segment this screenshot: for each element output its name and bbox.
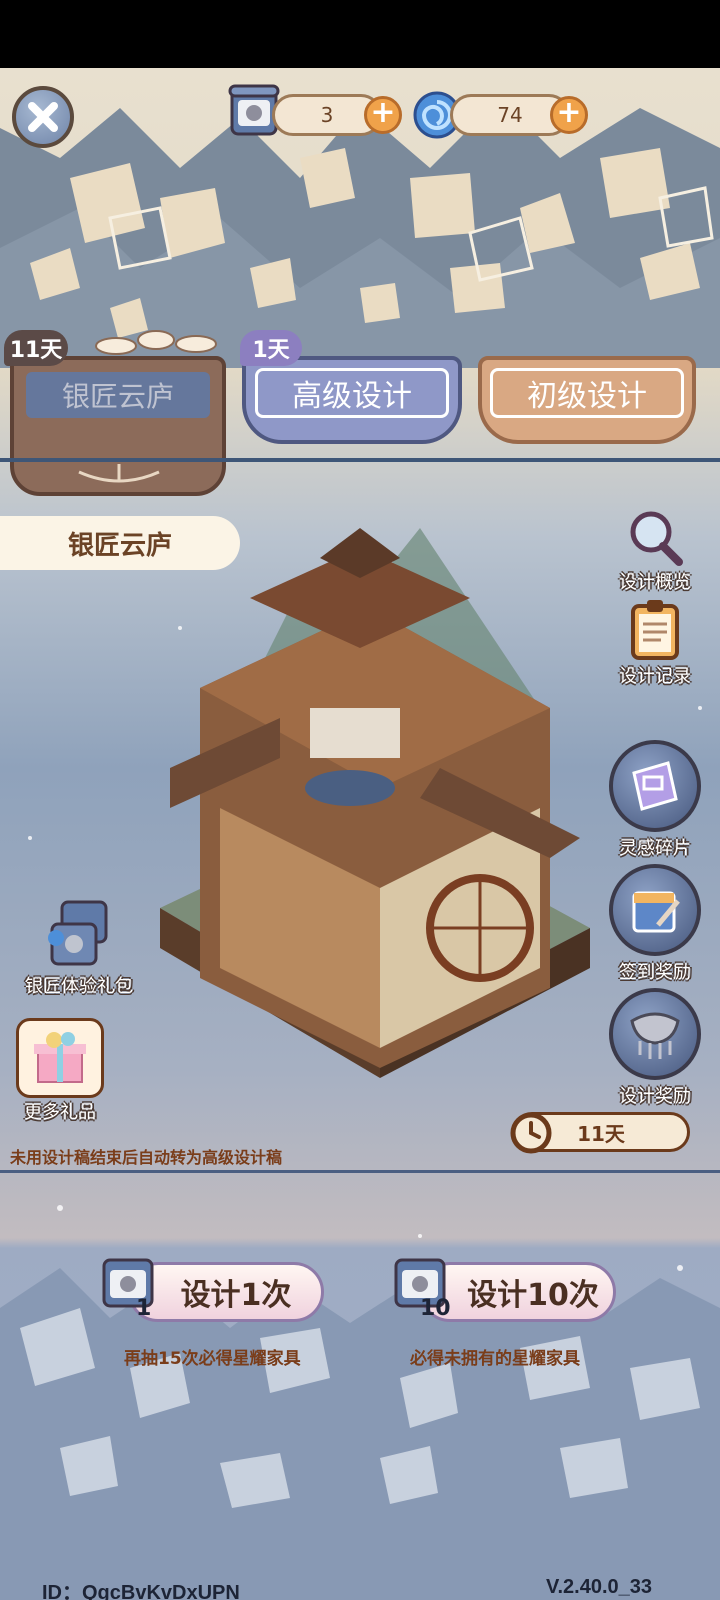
- timer-label: 11天: [577, 1121, 625, 1146]
- scroll-conversion-notice: 未用设计稿结束后自动转为高级设计稿: [10, 1148, 283, 1167]
- reward-circle: [609, 988, 701, 1080]
- checkin-reward-button[interactable]: 签到奖励: [600, 864, 710, 984]
- fragment-icon: [632, 761, 678, 811]
- ornament-icon: [78, 464, 160, 483]
- tab-basic-label: 初级设计: [527, 379, 647, 414]
- close-button[interactable]: [12, 86, 74, 148]
- add-scroll-button[interactable]: +: [364, 96, 402, 134]
- add-swirl-button[interactable]: +: [550, 96, 588, 134]
- design-overview-label: 设计概览: [619, 572, 691, 593]
- magnifier-icon: [630, 511, 683, 566]
- gift-scroll-icon: [48, 900, 108, 966]
- ten-draw-hint: 必得未拥有的星耀家具: [410, 1349, 580, 1369]
- single-cost-badge: 1: [98, 1252, 162, 1322]
- scroll-count-value: 3: [320, 103, 334, 127]
- checkin-circle: [609, 864, 701, 956]
- tab-advanced-design[interactable]: 高级设计: [242, 356, 462, 444]
- design-reward-button[interactable]: 设计奖励: [600, 988, 710, 1108]
- tab-advanced-days: 1天: [240, 330, 302, 366]
- design-records-label: 设计记录: [619, 666, 691, 687]
- silver-lock-icon: [630, 1012, 680, 1059]
- more-gifts-button[interactable]: 更多礼品: [10, 1018, 110, 1124]
- single-cost-value: 1: [136, 1296, 152, 1321]
- game-screen: 3 + 74 + 银匠云庐 11天 高级设计 1天 初级设计 银匠云庐 设计概览…: [0, 68, 720, 1600]
- tab-divider: [0, 458, 720, 462]
- tab-silversmith-pool[interactable]: 银匠云庐: [10, 356, 226, 496]
- house-illustration: [160, 528, 590, 1078]
- flower-decoration-icon: [95, 330, 217, 355]
- tab-basic-design[interactable]: 初级设计: [478, 356, 696, 444]
- trial-pack-button[interactable]: 银匠体验礼包: [4, 898, 154, 998]
- bottom-divider: [0, 1170, 720, 1173]
- design-ten-label: 设计10次: [467, 1278, 599, 1313]
- inspiration-fragments-button[interactable]: 灵感碎片: [600, 740, 710, 860]
- ten-cost-badge: 10: [390, 1252, 460, 1322]
- tab-advanced-label: 高级设计: [292, 379, 412, 414]
- design-reward-label: 设计奖励: [619, 1086, 691, 1107]
- clock-icon: [510, 1112, 552, 1154]
- gift-box-frame: [16, 1018, 104, 1098]
- design-once-label: 设计1次: [180, 1278, 292, 1313]
- trial-pack-label: 银匠体验礼包: [25, 976, 133, 997]
- swirl-count-value: 74: [497, 103, 523, 127]
- tab-silversmith-days: 11天: [4, 330, 68, 366]
- tab-silversmith-label: 银匠云庐: [61, 380, 174, 413]
- single-draw-hint: 再抽15次必得星耀家具: [124, 1349, 301, 1369]
- fragments-label: 灵感碎片: [619, 838, 691, 859]
- clipboard-icon: [631, 600, 679, 660]
- version-label: V.2.40.0_33: [546, 1576, 653, 1598]
- ten-cost-value: 10: [420, 1296, 451, 1321]
- player-id: ID：QgcBvKvDxUPN: [42, 1582, 240, 1600]
- fragments-circle: [609, 740, 701, 832]
- gift-box-icon: [34, 1032, 86, 1083]
- design-records-button[interactable]: 设计记录: [600, 598, 710, 688]
- more-gifts-label: 更多礼品: [24, 1102, 96, 1123]
- event-timer: 11天: [510, 1112, 690, 1154]
- tab-advanced-days-label: 1天: [252, 338, 290, 363]
- design-overview-button[interactable]: 设计概览: [600, 508, 710, 594]
- tab-silversmith-days-label: 11天: [9, 338, 63, 363]
- calendar-icon: [632, 891, 680, 933]
- checkin-label: 签到奖励: [619, 962, 691, 983]
- close-icon: [28, 102, 58, 132]
